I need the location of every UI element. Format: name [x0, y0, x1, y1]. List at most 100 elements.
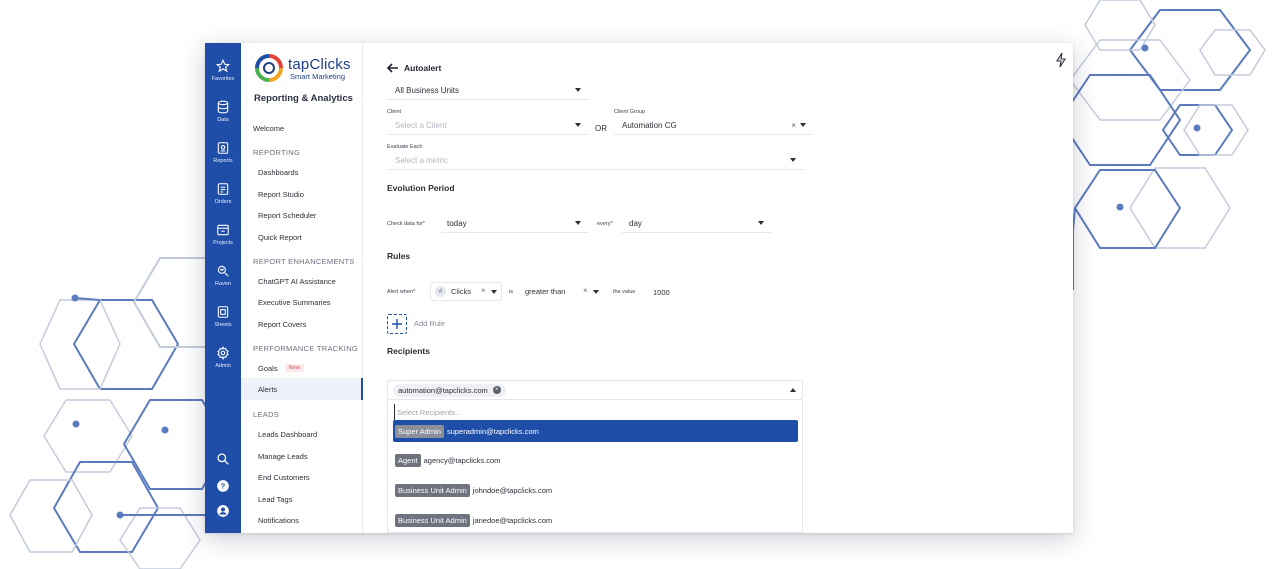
- nav-item-alerts[interactable]: Alerts: [241, 378, 363, 400]
- clear-icon[interactable]: ×: [583, 286, 588, 295]
- client-group-select[interactable]: Automation CG ×: [614, 117, 814, 135]
- recipients-search-input[interactable]: Select Recipients...: [394, 404, 798, 420]
- evaluate-each-label: Evaluate Each: [387, 144, 423, 150]
- recipient-email: agency@tapclicks.com: [423, 455, 501, 465]
- recipients-dropdown: Select Recipients... Super Admin superad…: [387, 400, 803, 533]
- nav-item-executive-summaries[interactable]: Executive Summaries: [241, 291, 363, 313]
- check-data-select[interactable]: today: [441, 215, 589, 233]
- remove-chip-icon[interactable]: ×: [492, 386, 501, 394]
- gear-icon: [217, 345, 229, 360]
- rail-label: Admin: [215, 362, 231, 369]
- nav-item-leads-dashboard[interactable]: Leads Dashboard: [241, 423, 363, 445]
- check-data-label: Check data for*: [387, 221, 425, 227]
- nav-section-performance: PERFORMANCE TRACKING: [253, 343, 359, 353]
- nav-item-report-studio[interactable]: Report Studio: [241, 183, 363, 205]
- role-badge: Super Admin: [395, 424, 444, 438]
- rail-search[interactable]: [205, 452, 241, 466]
- recipient-option[interactable]: Agent agency@tapclicks.com: [393, 449, 798, 471]
- nav-item-end-customers[interactable]: End Customers: [241, 466, 363, 488]
- hexagon-shape: [1128, 9, 1252, 91]
- back-arrow-icon[interactable]: [387, 63, 399, 73]
- recipients-select[interactable]: automation@tapclicks.com ×: [387, 380, 803, 400]
- nav-section-reporting: REPORTING: [253, 147, 301, 157]
- caret-down-icon: [593, 290, 599, 294]
- hexagon-shape: [119, 507, 201, 569]
- hexagon-shape: [9, 479, 93, 553]
- recipient-option[interactable]: Business Unit Admin janedoe@tapclicks.co…: [393, 509, 798, 531]
- rail-admin[interactable]: Admin: [205, 338, 241, 376]
- rail-sheets[interactable]: Sheets: [205, 297, 241, 335]
- hexagon-shape: [1199, 29, 1266, 76]
- every-label: every*: [597, 221, 613, 227]
- recipient-email: janedoe@tapclicks.com: [472, 515, 553, 525]
- caret-down-icon: [575, 88, 581, 92]
- clear-icon[interactable]: ×: [481, 286, 486, 295]
- metric-select[interactable]: Select a metric: [387, 152, 804, 170]
- rail-projects[interactable]: Projects: [205, 215, 241, 253]
- evaluation-period-heading: Evolution Period: [387, 183, 455, 193]
- nav-title: Reporting & Analytics: [254, 93, 353, 104]
- nav-section-leads: LEADS: [253, 409, 280, 419]
- rail-reports[interactable]: Reports: [205, 133, 241, 171]
- rail-label: Raven: [215, 280, 231, 287]
- recipient-email: superadmin@tapclicks.com: [446, 426, 539, 436]
- svg-text:?: ?: [221, 482, 226, 491]
- rail-orders[interactable]: Orders: [205, 174, 241, 212]
- hash-icon: #: [435, 286, 446, 297]
- recipients-heading: Recipients: [387, 346, 430, 356]
- role-badge: Business Unit Admin: [395, 513, 470, 527]
- rail-user[interactable]: [205, 504, 241, 518]
- nav-item-manage-leads[interactable]: Manage Leads: [241, 445, 363, 467]
- nav-item-chatgpt[interactable]: ChatGPT AI Assistance: [241, 270, 363, 292]
- nav-item-dashboards[interactable]: Dashboards: [241, 161, 363, 183]
- role-badge: Business Unit Admin: [395, 483, 470, 497]
- add-rule-label[interactable]: Add Rule: [414, 319, 445, 328]
- business-unit-select[interactable]: All Business Units: [387, 82, 589, 100]
- recipient-chip-email: automation@tapclicks.com: [398, 385, 488, 395]
- rail-data[interactable]: Data: [205, 92, 241, 130]
- lightning-icon[interactable]: [1055, 52, 1067, 68]
- rule-operator-select[interactable]: greater than ×: [520, 282, 602, 301]
- recipient-option[interactable]: Business Unit Admin johndoe@tapclicks.co…: [393, 479, 798, 501]
- caret-down-icon: [800, 123, 806, 127]
- nav-item-quick-report[interactable]: Quick Report: [241, 226, 363, 248]
- brand-tagline: Smart Marketing: [290, 71, 346, 81]
- nav-item-report-covers[interactable]: Report Covers: [241, 313, 363, 335]
- nav-item-report-scheduler[interactable]: Report Scheduler: [241, 204, 363, 226]
- brand-logo[interactable]: tapClicks Smart Marketing: [254, 53, 351, 83]
- caret-down-icon: [758, 221, 764, 225]
- rail-label: Favorites: [211, 75, 235, 82]
- metric-placeholder: Select a metric: [395, 156, 448, 165]
- add-rule-button[interactable]: [387, 314, 407, 334]
- help-icon: ?: [217, 480, 229, 492]
- every-select[interactable]: day: [622, 215, 772, 233]
- rule-value-input[interactable]: 1000: [653, 288, 670, 297]
- sheets-icon: [217, 305, 229, 318]
- recipient-chip: automation@tapclicks.com ×: [393, 383, 506, 397]
- rail-raven[interactable]: Raven: [205, 256, 241, 294]
- clear-icon[interactable]: ×: [791, 121, 796, 130]
- main-content: Autoalert All Business Units Client Sele…: [363, 43, 1073, 533]
- user-icon: [217, 505, 229, 517]
- or-separator: OR: [595, 124, 607, 133]
- client-select[interactable]: Select a Client: [387, 117, 589, 135]
- recipient-option[interactable]: Super Admin superadmin@tapclicks.com: [393, 420, 798, 442]
- check-data-value: today: [447, 219, 467, 228]
- star-icon: [216, 58, 230, 72]
- plus-icon: [392, 319, 402, 329]
- client-label: Client: [387, 109, 402, 115]
- search-icon: [217, 453, 229, 465]
- page-title: Autoalert: [404, 63, 442, 73]
- page-header: Autoalert: [387, 63, 441, 73]
- rail-favorites[interactable]: Favorites: [205, 51, 241, 89]
- orders-icon: [217, 182, 229, 195]
- rail-label: Sheets: [214, 321, 232, 328]
- nav-item-goals[interactable]: Goals New: [241, 357, 363, 379]
- rail-help[interactable]: ?: [205, 479, 241, 493]
- nav-item-notifications[interactable]: Notifications: [241, 509, 363, 531]
- nav-item-welcome[interactable]: Welcome: [241, 117, 363, 139]
- rule-metric-select[interactable]: # Clicks ×: [430, 282, 502, 301]
- projects-icon: [217, 224, 229, 235]
- rail-label: Reports: [213, 157, 233, 164]
- nav-item-lead-tags[interactable]: Lead Tags: [241, 488, 363, 510]
